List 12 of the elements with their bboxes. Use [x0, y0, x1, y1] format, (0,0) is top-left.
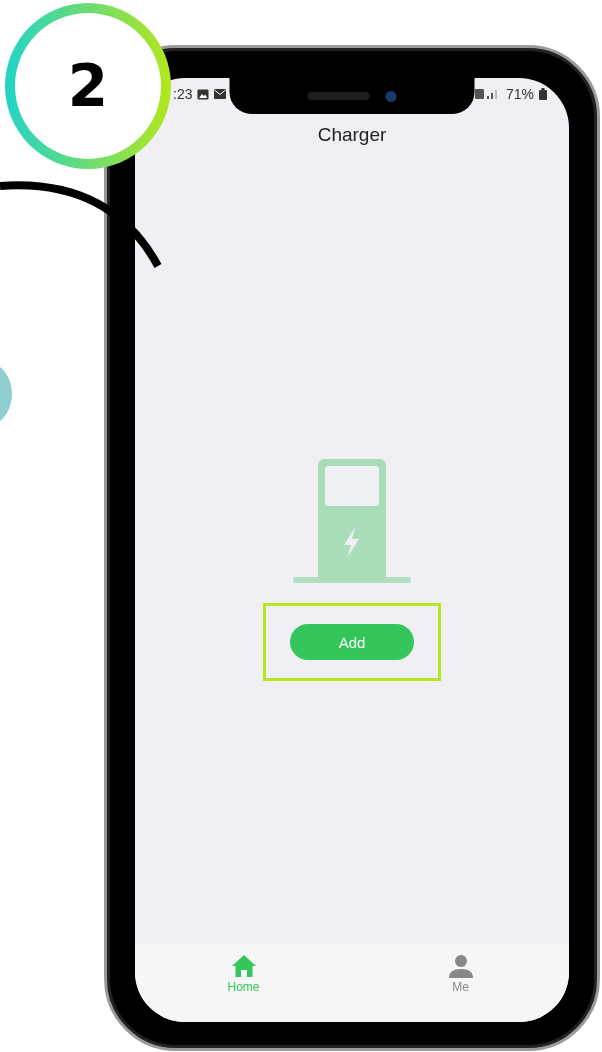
image-icon	[197, 88, 210, 100]
mail-icon	[214, 89, 227, 99]
battery-percent: 71%	[505, 86, 534, 102]
home-icon	[230, 954, 257, 978]
person-icon	[447, 954, 474, 978]
battery-icon	[539, 88, 547, 100]
tab-item[interactable]: Home	[135, 944, 352, 1022]
add-button[interactable]: Add	[290, 624, 414, 660]
tab-item[interactable]: Me	[352, 944, 569, 1022]
status-time: :23	[173, 86, 193, 102]
step-number: 2	[15, 13, 161, 159]
screen-title: Charger	[316, 123, 388, 146]
